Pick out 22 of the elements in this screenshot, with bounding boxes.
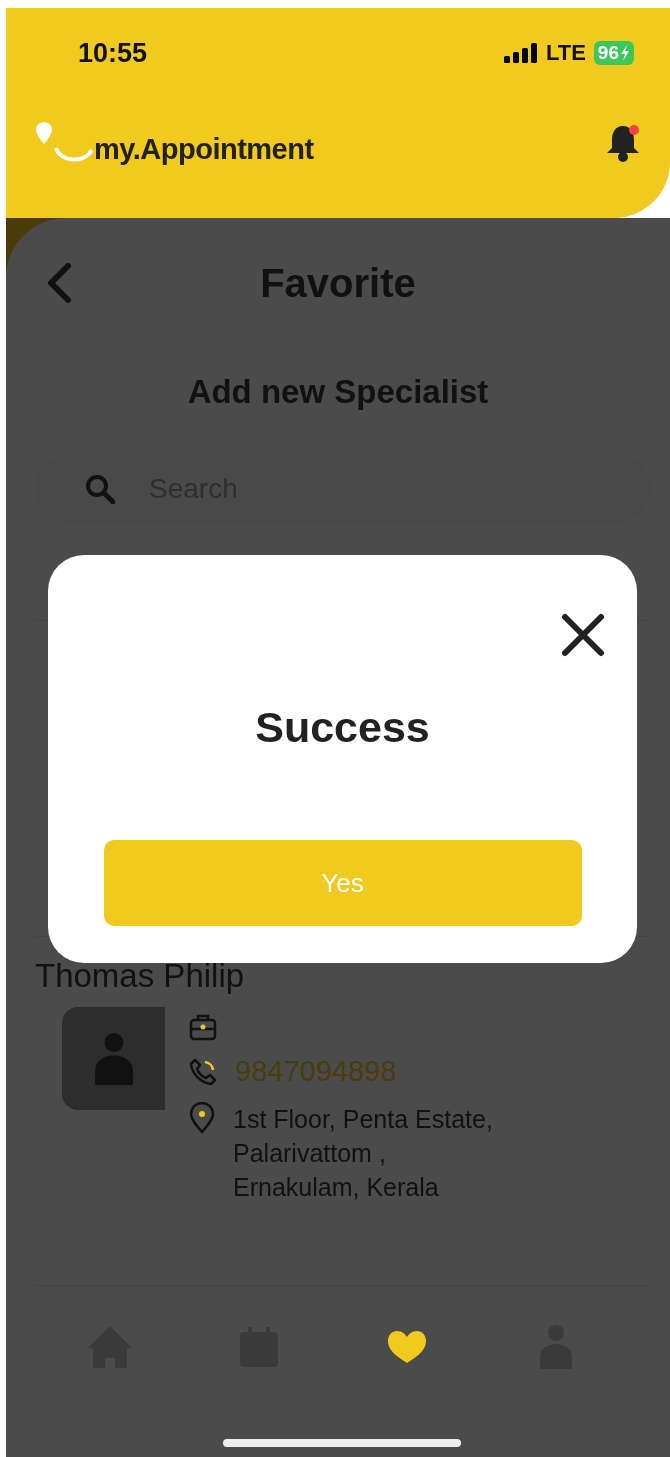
battery-level: 96 (593, 41, 634, 65)
yes-button[interactable]: Yes (103, 840, 582, 926)
specialist-name: Thomas Philip (35, 957, 245, 995)
heart-icon (388, 1331, 427, 1363)
status-time: 10:55 (78, 37, 149, 69)
signal-icon (503, 43, 538, 63)
person-icon (93, 1032, 134, 1085)
phone-number[interactable]: 9847094898 (235, 1055, 397, 1088)
bell-icon[interactable] (606, 124, 640, 162)
location-icon (189, 1102, 215, 1134)
charging-icon (620, 45, 630, 61)
briefcase-icon (189, 1013, 217, 1041)
page-title: Favorite (259, 260, 417, 306)
back-icon[interactable] (46, 263, 72, 303)
logo-text: my.Appointment (94, 133, 314, 166)
search-icon (85, 474, 115, 504)
network-label: LTE (545, 40, 586, 66)
dialog-title: Success (255, 703, 430, 752)
close-button[interactable] (561, 613, 605, 657)
address-text: 1st Floor, Penta Estate, Palarivattom , Ernakulam, Kerala (233, 1104, 493, 1203)
phone-icon (189, 1057, 217, 1086)
section-title: Add new Specialist (186, 373, 490, 411)
